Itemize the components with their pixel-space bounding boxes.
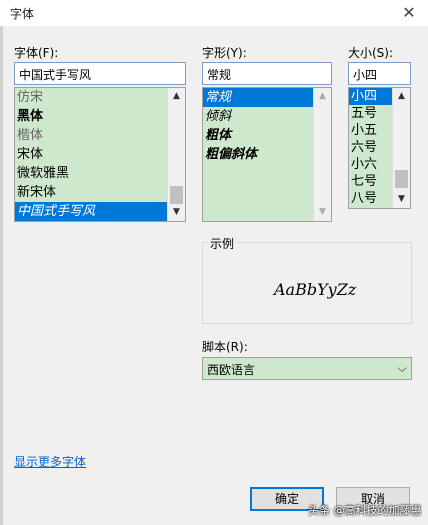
scroll-down-icon[interactable]: ▼ — [168, 204, 185, 221]
title-bar: 字体 ✕ — [0, 0, 428, 26]
scroll-up-icon[interactable]: ▲ — [393, 88, 410, 105]
font-list-item[interactable]: 宋体 — [15, 145, 185, 164]
script-value: 西欧语言 — [207, 363, 256, 377]
font-list-item[interactable]: 黑体 — [15, 107, 185, 126]
style-label: 字形(Y): — [202, 46, 247, 60]
size-input[interactable]: 小四 — [348, 62, 411, 85]
scroll-up-icon[interactable]: ▲ — [168, 88, 185, 105]
style-list-item[interactable]: 倾斜 — [203, 107, 331, 126]
font-list-item[interactable]: 仿宋 — [15, 88, 185, 107]
size-list-scrollbar[interactable]: ▲ ▼ — [392, 88, 410, 208]
style-list[interactable]: 常规 倾斜 粗体 粗偏斜体 ▲ ▼ — [202, 87, 332, 222]
size-label: 大小(S): — [348, 46, 394, 60]
style-input[interactable]: 常规 — [202, 62, 332, 85]
size-list[interactable]: 小四 五号 小五 六号 小六 七号 八号 ▲ ▼ — [348, 87, 411, 209]
watermark-text: 头条 @高科技的加藤惠 — [308, 504, 422, 517]
show-more-fonts-link[interactable]: 显示更多字体 — [14, 453, 86, 470]
window-edge — [0, 0, 3, 525]
font-list[interactable]: 仿宋 黑体 楷体 宋体 微软雅黑 新宋体 中国式手写风 ▲ ▼ — [14, 87, 186, 222]
scroll-up-icon[interactable]: ▲ — [314, 88, 331, 105]
scroll-down-icon[interactable]: ▼ — [393, 191, 410, 208]
font-label: 字体(F): — [14, 46, 59, 60]
chevron-down-icon[interactable]: ⌵ — [393, 358, 411, 379]
style-list-item[interactable]: 粗偏斜体 — [203, 145, 331, 164]
scroll-thumb[interactable] — [395, 170, 408, 188]
font-list-item-selected[interactable]: 中国式手写风 — [15, 202, 185, 221]
font-name-input[interactable]: 中国式手写风 — [14, 62, 186, 85]
font-list-scrollbar[interactable]: ▲ ▼ — [167, 88, 185, 221]
font-list-item[interactable]: 楷体 — [15, 126, 185, 145]
scroll-thumb[interactable] — [170, 186, 183, 204]
preview-label: 示例 — [208, 235, 237, 252]
style-list-item[interactable]: 粗体 — [203, 126, 331, 145]
close-icon[interactable]: ✕ — [398, 2, 420, 24]
style-list-scrollbar[interactable]: ▲ ▼ — [313, 88, 331, 221]
script-label: 脚本(R): — [202, 340, 248, 354]
font-list-item[interactable]: 微软雅黑 — [15, 164, 185, 183]
font-list-item[interactable]: 新宋体 — [15, 183, 185, 202]
preview-sample-text: AaBbYyZz — [274, 280, 357, 299]
window-title: 字体 — [10, 7, 35, 21]
scroll-down-icon[interactable]: ▼ — [314, 204, 331, 221]
style-list-item-selected[interactable]: 常规 — [203, 88, 331, 107]
script-dropdown[interactable]: 西欧语言 ⌵ — [202, 357, 412, 380]
